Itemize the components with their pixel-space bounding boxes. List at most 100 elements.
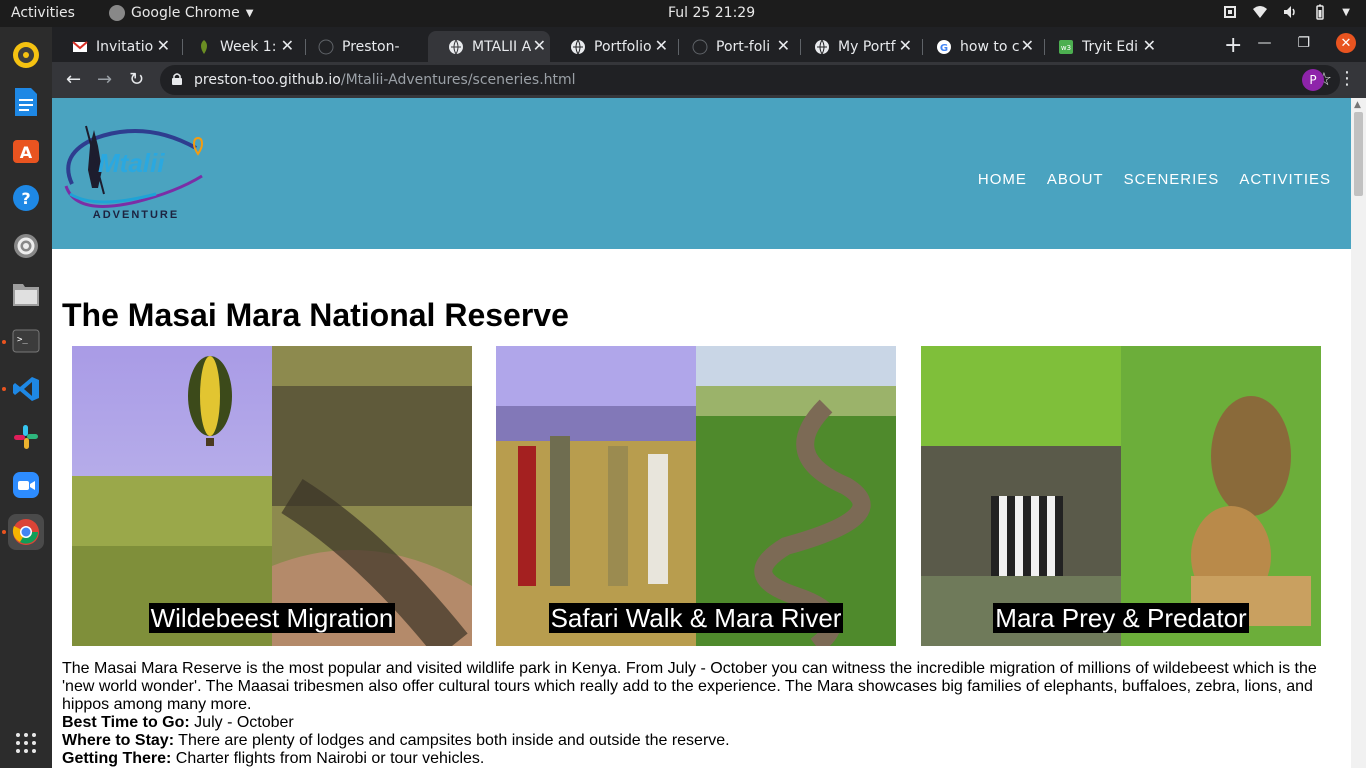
close-tab-icon[interactable]: ✕ xyxy=(655,36,668,55)
svg-text:G: G xyxy=(940,43,948,54)
help-icon[interactable]: ? xyxy=(8,180,44,216)
close-window-icon[interactable]: ✕ xyxy=(1336,33,1356,53)
scenery-card-wildebeest[interactable]: Wildebeest Migration xyxy=(72,346,472,646)
tab-label: Tryit Edi xyxy=(1082,38,1138,55)
slack-icon[interactable] xyxy=(8,419,44,455)
w3schools-icon: w3 xyxy=(1059,39,1073,54)
nav-activities[interactable]: ACTIVITIES xyxy=(1239,171,1331,188)
chrome-icon[interactable] xyxy=(8,514,44,550)
profile-avatar[interactable]: P xyxy=(1302,69,1324,91)
scenery-card-prey-predator[interactable]: Mara Prey & Predator xyxy=(921,346,1321,646)
lock-icon[interactable] xyxy=(172,73,182,85)
app-menu-label: Google Chrome xyxy=(131,5,240,21)
svg-text:>_: >_ xyxy=(17,335,28,345)
globe-icon xyxy=(815,39,829,55)
rhythmbox-icon[interactable] xyxy=(8,37,44,73)
tab-label: how to c xyxy=(960,38,1020,55)
wifi-icon[interactable] xyxy=(1252,4,1268,20)
mtalii-logo[interactable]: Mtalii ADVENTURE xyxy=(56,124,206,224)
reload-icon[interactable]: ↻ xyxy=(129,69,144,90)
zebra-wildebeest-image xyxy=(921,346,1121,646)
nav-sceneries[interactable]: SCENERIES xyxy=(1124,171,1220,188)
new-tab-button[interactable]: + xyxy=(1224,33,1242,58)
scrollbar-thumb[interactable] xyxy=(1354,112,1363,196)
software-center-icon[interactable]: A xyxy=(8,132,44,168)
balloon-savanna-image xyxy=(72,346,272,646)
tab-my-portfolio[interactable]: My Portf ✕ xyxy=(794,31,916,62)
forward-arrow-icon[interactable]: → xyxy=(97,69,112,90)
tab-google-search[interactable]: G how to c ✕ xyxy=(916,31,1038,62)
minimize-icon[interactable]: — xyxy=(1257,35,1271,51)
page-scrollbar[interactable]: ▲ xyxy=(1351,98,1366,768)
close-tab-icon[interactable]: ✕ xyxy=(1021,36,1034,55)
terminal-icon[interactable]: >_ xyxy=(8,323,44,359)
window-controls: — ❐ ✕ xyxy=(1257,33,1356,53)
nav-home[interactable]: HOME xyxy=(978,171,1027,188)
tab-tryit-editor[interactable]: w3 Tryit Edi ✕ xyxy=(1038,31,1160,62)
url-text[interactable]: preston-too.github.io/Mtalii-Adventures/… xyxy=(194,72,576,88)
getting-there-label: Getting There: xyxy=(62,750,172,767)
wildebeest-river-image xyxy=(272,346,472,646)
volume-icon[interactable] xyxy=(1282,4,1298,20)
url-path: /Mtalii-Adventures/sceneries.html xyxy=(340,72,576,88)
tab-label: Port-foli xyxy=(716,38,771,55)
address-bar[interactable]: preston-too.github.io/Mtalii-Adventures/… xyxy=(160,65,1340,95)
best-time-label: Best Time to Go: xyxy=(62,714,190,731)
tab-label: Preston- xyxy=(342,38,400,55)
battery-icon[interactable] xyxy=(1312,4,1328,20)
nav-about[interactable]: ABOUT xyxy=(1047,171,1104,188)
back-arrow-icon[interactable]: ← xyxy=(66,69,81,90)
maximize-icon[interactable]: ❐ xyxy=(1297,35,1310,51)
system-tray[interactable]: ▼ xyxy=(1222,4,1350,20)
mara-river-image xyxy=(696,346,896,646)
card-caption: Wildebeest Migration xyxy=(72,603,472,634)
chrome-icon xyxy=(109,5,125,21)
tab-label: Week 1: xyxy=(220,38,277,55)
page-title: The Masai Mara National Reserve xyxy=(62,297,569,333)
tab-week1[interactable]: Week 1: ✕ xyxy=(176,31,298,62)
scenery-card-safari-walk[interactable]: Safari Walk & Mara River xyxy=(496,346,896,646)
github-icon xyxy=(318,39,334,54)
more-options-icon[interactable]: ⋮ xyxy=(1338,68,1356,89)
close-tab-icon[interactable]: ✕ xyxy=(777,36,790,55)
card-caption-text: Wildebeest Migration xyxy=(148,603,396,633)
site-header: Mtalii ADVENTURE HOME ABOUT SCENERIES AC… xyxy=(52,98,1351,249)
activities-button[interactable]: Activities xyxy=(11,5,75,21)
site-nav: HOME ABOUT SCENERIES ACTIVITIES xyxy=(978,171,1331,188)
card-caption-text: Mara Prey & Predator xyxy=(993,603,1249,633)
vscode-icon[interactable] xyxy=(8,371,44,407)
close-tab-icon[interactable]: ✕ xyxy=(533,36,546,55)
tab-preston-github[interactable]: Preston- xyxy=(298,31,420,62)
system-top-bar: Activities Google Chrome ▼ Ful 25 21:29 … xyxy=(0,0,1366,27)
tab-gmail[interactable]: Invitatio ✕ xyxy=(52,31,174,62)
card-caption: Mara Prey & Predator xyxy=(921,603,1321,634)
tab-label: MTALII A xyxy=(472,38,532,55)
chevron-down-icon[interactable]: ▼ xyxy=(1342,7,1350,18)
tab-label: Portfolio xyxy=(594,38,652,55)
close-tab-icon[interactable]: ✕ xyxy=(899,36,912,55)
show-applications-icon[interactable] xyxy=(8,725,44,761)
settings-icon[interactable] xyxy=(8,228,44,264)
browser-toolbar: ← → ↻ preston-too.github.io/Mtalii-Adven… xyxy=(52,62,1366,98)
tab-label: My Portf xyxy=(838,38,896,55)
card-caption-text: Safari Walk & Mara River xyxy=(548,603,844,633)
close-tab-icon[interactable]: ✕ xyxy=(281,36,294,55)
close-tab-icon[interactable]: ✕ xyxy=(157,36,170,55)
best-time-value: July - October xyxy=(189,714,294,731)
network-settings-icon[interactable] xyxy=(1222,4,1238,20)
files-icon[interactable] xyxy=(8,276,44,312)
logo-subtext: ADVENTURE xyxy=(93,209,179,221)
logo-wordmark: Mtalii xyxy=(98,148,165,178)
tab-portfolio[interactable]: Portfolio ✕ xyxy=(550,31,672,62)
app-menu[interactable]: Google Chrome ▼ xyxy=(109,5,253,21)
libreoffice-writer-icon[interactable] xyxy=(8,84,44,120)
close-tab-icon[interactable]: ✕ xyxy=(1143,36,1156,55)
tab-mtalii[interactable]: MTALII A ✕ xyxy=(428,31,550,62)
tab-label: Invitatio xyxy=(96,38,154,55)
clock[interactable]: Ful 25 21:29 xyxy=(668,5,755,21)
scroll-up-arrow-icon[interactable]: ▲ xyxy=(1354,100,1361,110)
zoom-icon[interactable] xyxy=(8,467,44,503)
getting-there-row: Getting There: Charter flights from Nair… xyxy=(62,750,484,768)
tab-port-folio-github[interactable]: Port-foli ✕ xyxy=(672,31,794,62)
best-time-row: Best Time to Go: July - October xyxy=(62,714,294,732)
